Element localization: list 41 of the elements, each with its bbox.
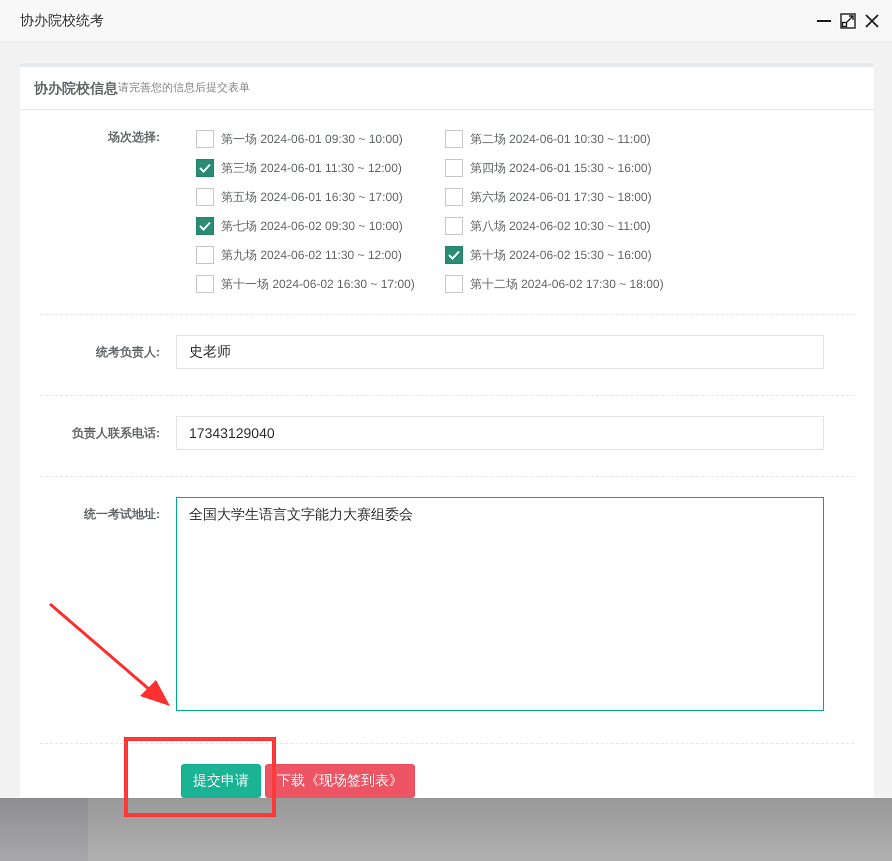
checkbox[interactable] (196, 130, 214, 148)
checkbox[interactable] (196, 188, 214, 206)
checkbox[interactable] (444, 188, 463, 206)
checkbox-label: 第十场 2024-06-02 15:30 ~ 16:00) (470, 246, 652, 264)
card-subtitle: 请完善您的信息后提交表单 (118, 80, 250, 96)
checkbox[interactable] (444, 130, 463, 148)
checkbox-label: 第四场 2024-06-01 15:30 ~ 16:00) (470, 160, 652, 176)
check-icon (199, 162, 211, 172)
checkbox[interactable] (444, 216, 463, 234)
close-icon (865, 14, 879, 28)
checkbox[interactable] (444, 158, 463, 176)
checkbox-label: 第十一场 2024-06-02 16:30 ~ 17:00) (221, 276, 415, 292)
checkbox[interactable] (444, 274, 463, 292)
minimize-icon (817, 20, 831, 22)
checkbox[interactable] (444, 246, 463, 264)
window-title: 协办院校统考 (20, 11, 104, 30)
field-label: 统一考试地址: (82, 506, 160, 523)
card-title: 协办院校信息 (34, 78, 118, 98)
checkbox[interactable] (196, 216, 214, 234)
check-icon (448, 250, 460, 260)
checkbox[interactable] (196, 246, 214, 264)
maximize-button[interactable] (838, 10, 858, 30)
address-field[interactable]: 全国大学生语言文字能力大赛组委会 (176, 497, 824, 711)
checkbox-label: 第五场 2024-06-01 16:30 ~ 17:00) (221, 188, 403, 206)
field-label: 场次选择: (106, 129, 160, 146)
checkbox-label: 第三场 2024-06-01 11:30 ~ 12:00) (221, 160, 402, 176)
checkbox[interactable] (196, 274, 214, 292)
maximize-icon (840, 12, 856, 28)
checkbox-label: 第七场 2024-06-02 09:30 ~ 10:00) (221, 218, 403, 234)
field-label: 统考负责人: (94, 344, 160, 361)
checkbox-label: 第二场 2024-06-01 10:30 ~ 11:00) (470, 130, 651, 148)
checkbox-label: 第九场 2024-06-02 11:30 ~ 12:00) (221, 246, 402, 264)
input-field[interactable]: 史老师 (176, 335, 824, 369)
checkbox-label: 第六场 2024-06-01 17:30 ~ 18:00) (470, 188, 652, 206)
field-label: 负责人联系电话: (70, 425, 160, 442)
checkbox-label: 第八场 2024-06-02 10:30 ~ 11:00) (470, 218, 651, 234)
input-field[interactable]: 17343129040 (176, 416, 824, 450)
checkbox[interactable] (196, 158, 214, 176)
checkbox-label: 第一场 2024-06-01 09:30 ~ 10:00) (221, 130, 403, 148)
check-icon (199, 220, 211, 230)
checkbox-label: 第十二场 2024-06-02 17:30 ~ 18:00) (470, 276, 664, 292)
